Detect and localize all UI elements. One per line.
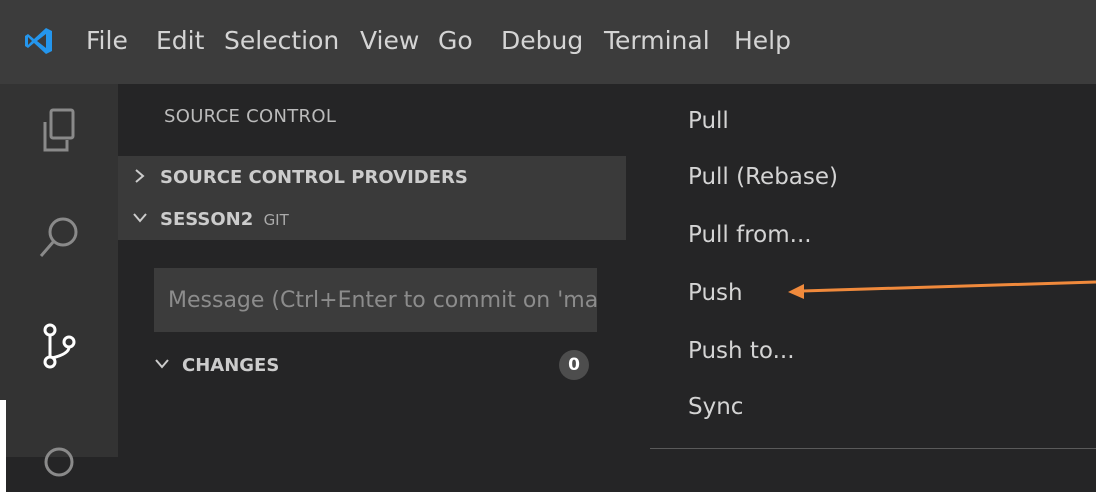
changes-count-badge: 0 [559,350,589,380]
commit-message-input[interactable] [154,268,597,332]
providers-label: SOURCE CONTROL PROVIDERS [160,167,468,188]
menu-item-push[interactable]: Push [688,280,743,306]
changes-label: CHANGES [182,355,280,376]
menu-view[interactable]: View [360,24,419,58]
chevron-right-icon [135,169,145,183]
repo-label: SESSON2 GIT [160,209,289,230]
changes-header[interactable]: CHANGES [118,342,626,386]
activity-bar [0,84,118,492]
source-control-icon[interactable] [29,316,89,376]
menu-help[interactable]: Help [734,24,791,58]
menu-item-pull-rebase[interactable]: Pull (Rebase) [688,164,838,190]
explorer-icon[interactable] [29,102,89,162]
menu-selection[interactable]: Selection [224,24,339,58]
menu-debug[interactable]: Debug [501,24,583,58]
repository-header[interactable]: SESSON2 GIT [118,200,626,240]
menu-go[interactable]: Go [438,24,473,58]
sidebar-title: SOURCE CONTROL [164,106,337,127]
source-control-sidebar: SOURCE CONTROL SOURCE CONTROL PROVIDERS … [118,84,626,457]
active-indicator [0,400,6,492]
menu-item-sync[interactable]: Sync [688,394,743,420]
repo-name: SESSON2 [160,209,254,230]
menu-item-pull-from[interactable]: Pull from... [688,222,812,248]
menu-terminal[interactable]: Terminal [604,24,710,58]
vscode-logo-icon [25,28,52,54]
menu-edit[interactable]: Edit [156,24,204,58]
menu-file[interactable]: File [86,24,128,58]
repo-type: GIT [263,211,289,229]
menu-item-pull[interactable]: Pull [688,108,729,134]
title-bar: File Edit Selection View Go Debug Termin… [0,0,1096,84]
source-control-providers-header[interactable]: SOURCE CONTROL PROVIDERS [118,156,626,200]
chevron-down-icon [133,213,147,223]
debug-icon[interactable] [29,432,89,492]
search-icon[interactable] [29,208,89,268]
menu-item-push-to[interactable]: Push to... [688,338,795,364]
chevron-down-icon [155,359,169,369]
annotation-arrow-icon [788,280,1096,299]
git-more-actions-menu: Pull Pull (Rebase) Pull from... Push Pus… [626,84,1096,457]
menu-separator [650,448,1096,449]
